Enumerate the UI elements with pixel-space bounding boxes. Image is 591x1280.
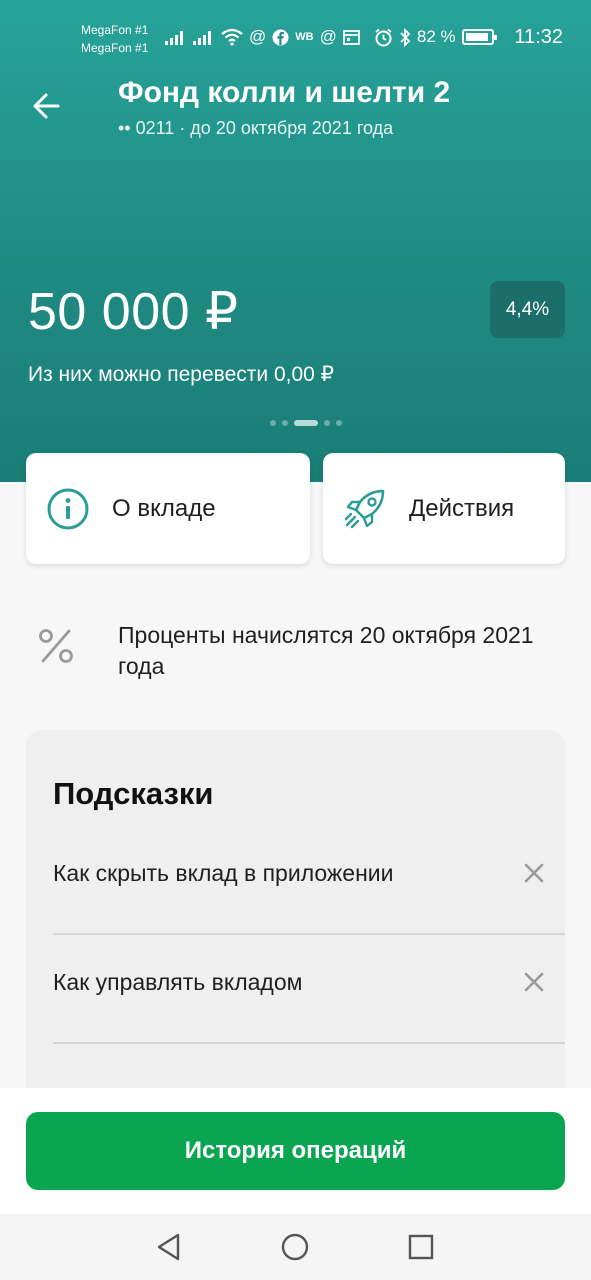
nav-recent-icon[interactable]	[406, 1232, 436, 1262]
at-icon: @	[249, 27, 267, 46]
alarm-icon	[375, 28, 392, 46]
carrier-1: MegaFon #1	[81, 23, 149, 37]
page-dot-active	[294, 420, 318, 426]
hint-label: Как управлять вкладом	[53, 969, 303, 995]
at-icon-2: @	[319, 27, 337, 46]
wb-icon: WB	[295, 31, 314, 43]
close-icon[interactable]	[523, 971, 545, 993]
battery-icon	[461, 29, 497, 45]
status-icons: @ WB @ 82 %	[165, 24, 497, 50]
interest-accrual-text: Проценты начислятся 20 октября 2021 года	[118, 622, 534, 679]
deposit-subtitle: •• 0211 · до 20 октября 2021 года	[118, 118, 394, 138]
page-dot	[282, 420, 288, 426]
nav-home-icon[interactable]	[280, 1232, 310, 1262]
rocket-icon	[344, 489, 385, 528]
hint-label: Как скрыть вклад в приложении	[53, 860, 394, 886]
signal-2-icon	[193, 29, 211, 45]
bluetooth-icon	[400, 27, 411, 47]
nav-back-icon[interactable]	[154, 1232, 184, 1262]
bottom-action-bar: История операций	[0, 1088, 591, 1214]
system-navigation-bar	[0, 1214, 591, 1280]
carrier-names: MegaFon #1 MegaFon #1	[81, 21, 148, 57]
battery-percent: 82 %	[416, 27, 456, 46]
actions-button[interactable]: Действия	[323, 453, 565, 564]
clock: 11:32	[514, 26, 563, 48]
about-deposit-button[interactable]: О вкладе	[26, 453, 310, 564]
info-circle-icon	[47, 488, 89, 529]
carrier-2: MegaFon #1	[81, 41, 149, 55]
wifi-icon	[221, 28, 243, 46]
page-indicator	[270, 420, 342, 426]
hints-panel: Подсказки Как скрыть вклад в приложении …	[26, 730, 565, 1130]
deposit-balance: 50 000 ₽	[28, 283, 239, 341]
close-icon[interactable]	[523, 862, 545, 884]
signal-1-icon	[165, 29, 183, 45]
interest-accrual-info: Проценты начислятся 20 октября 2021 года	[0, 612, 591, 692]
transferable-amount: Из них можно перевести 0,00 ₽	[28, 363, 335, 386]
hint-item[interactable]: Как управлять вкладом	[53, 935, 565, 1044]
deposit-header: MegaFon #1 MegaFon #1 @ WB @ 82 % 11:32 …	[0, 0, 591, 482]
status-bar: MegaFon #1 MegaFon #1 @ WB @ 82 % 11:32	[0, 0, 591, 72]
hints-title: Подсказки	[53, 776, 214, 811]
percent-icon	[39, 629, 73, 663]
interest-rate-badge: 4,4%	[490, 281, 565, 338]
deposit-title: Фонд колли и шелти 2	[118, 76, 451, 109]
page-dot	[324, 420, 330, 426]
hint-item[interactable]: Как скрыть вклад в приложении	[53, 826, 565, 935]
facebook-icon	[272, 29, 289, 45]
back-arrow-icon[interactable]	[28, 86, 68, 126]
page-dot	[270, 420, 276, 426]
calendar-icon	[342, 30, 360, 45]
about-deposit-label: О вкладе	[112, 494, 216, 522]
page-dot	[336, 420, 342, 426]
operations-history-button[interactable]: История операций	[26, 1112, 565, 1190]
actions-label: Действия	[409, 494, 515, 522]
